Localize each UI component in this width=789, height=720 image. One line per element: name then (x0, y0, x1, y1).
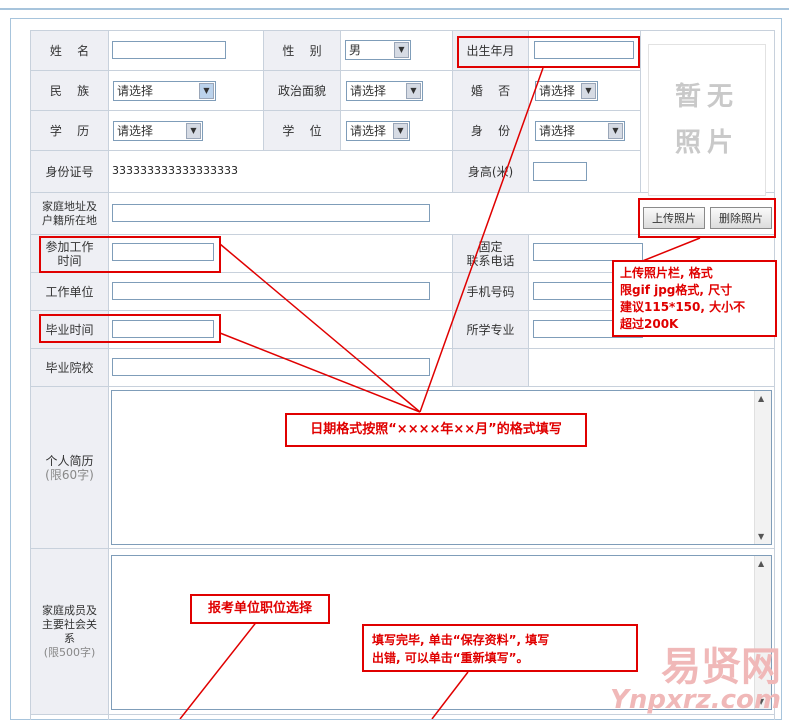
note-date-format: 日期格式按照“××××年××月”的格式填写 (285, 413, 587, 447)
highlight-grad-time (39, 314, 221, 343)
highlight-birth (457, 36, 640, 68)
highlight-work-start (39, 236, 221, 273)
watermark-logo: 易贤网 Ynpxrz.com (610, 644, 781, 715)
note-position: 报考单位职位选择 (190, 594, 330, 624)
annotation-lines (179, 67, 701, 719)
note-photo: 上传照片栏, 格式 限gif jpg格式, 尺寸 建议115*150, 大小不 … (612, 260, 777, 337)
note-save: 填写完毕, 单击“保存资料”, 填写 出错, 可以单击“重新填写”。 (362, 624, 638, 672)
highlight-photo-buttons (638, 198, 776, 238)
